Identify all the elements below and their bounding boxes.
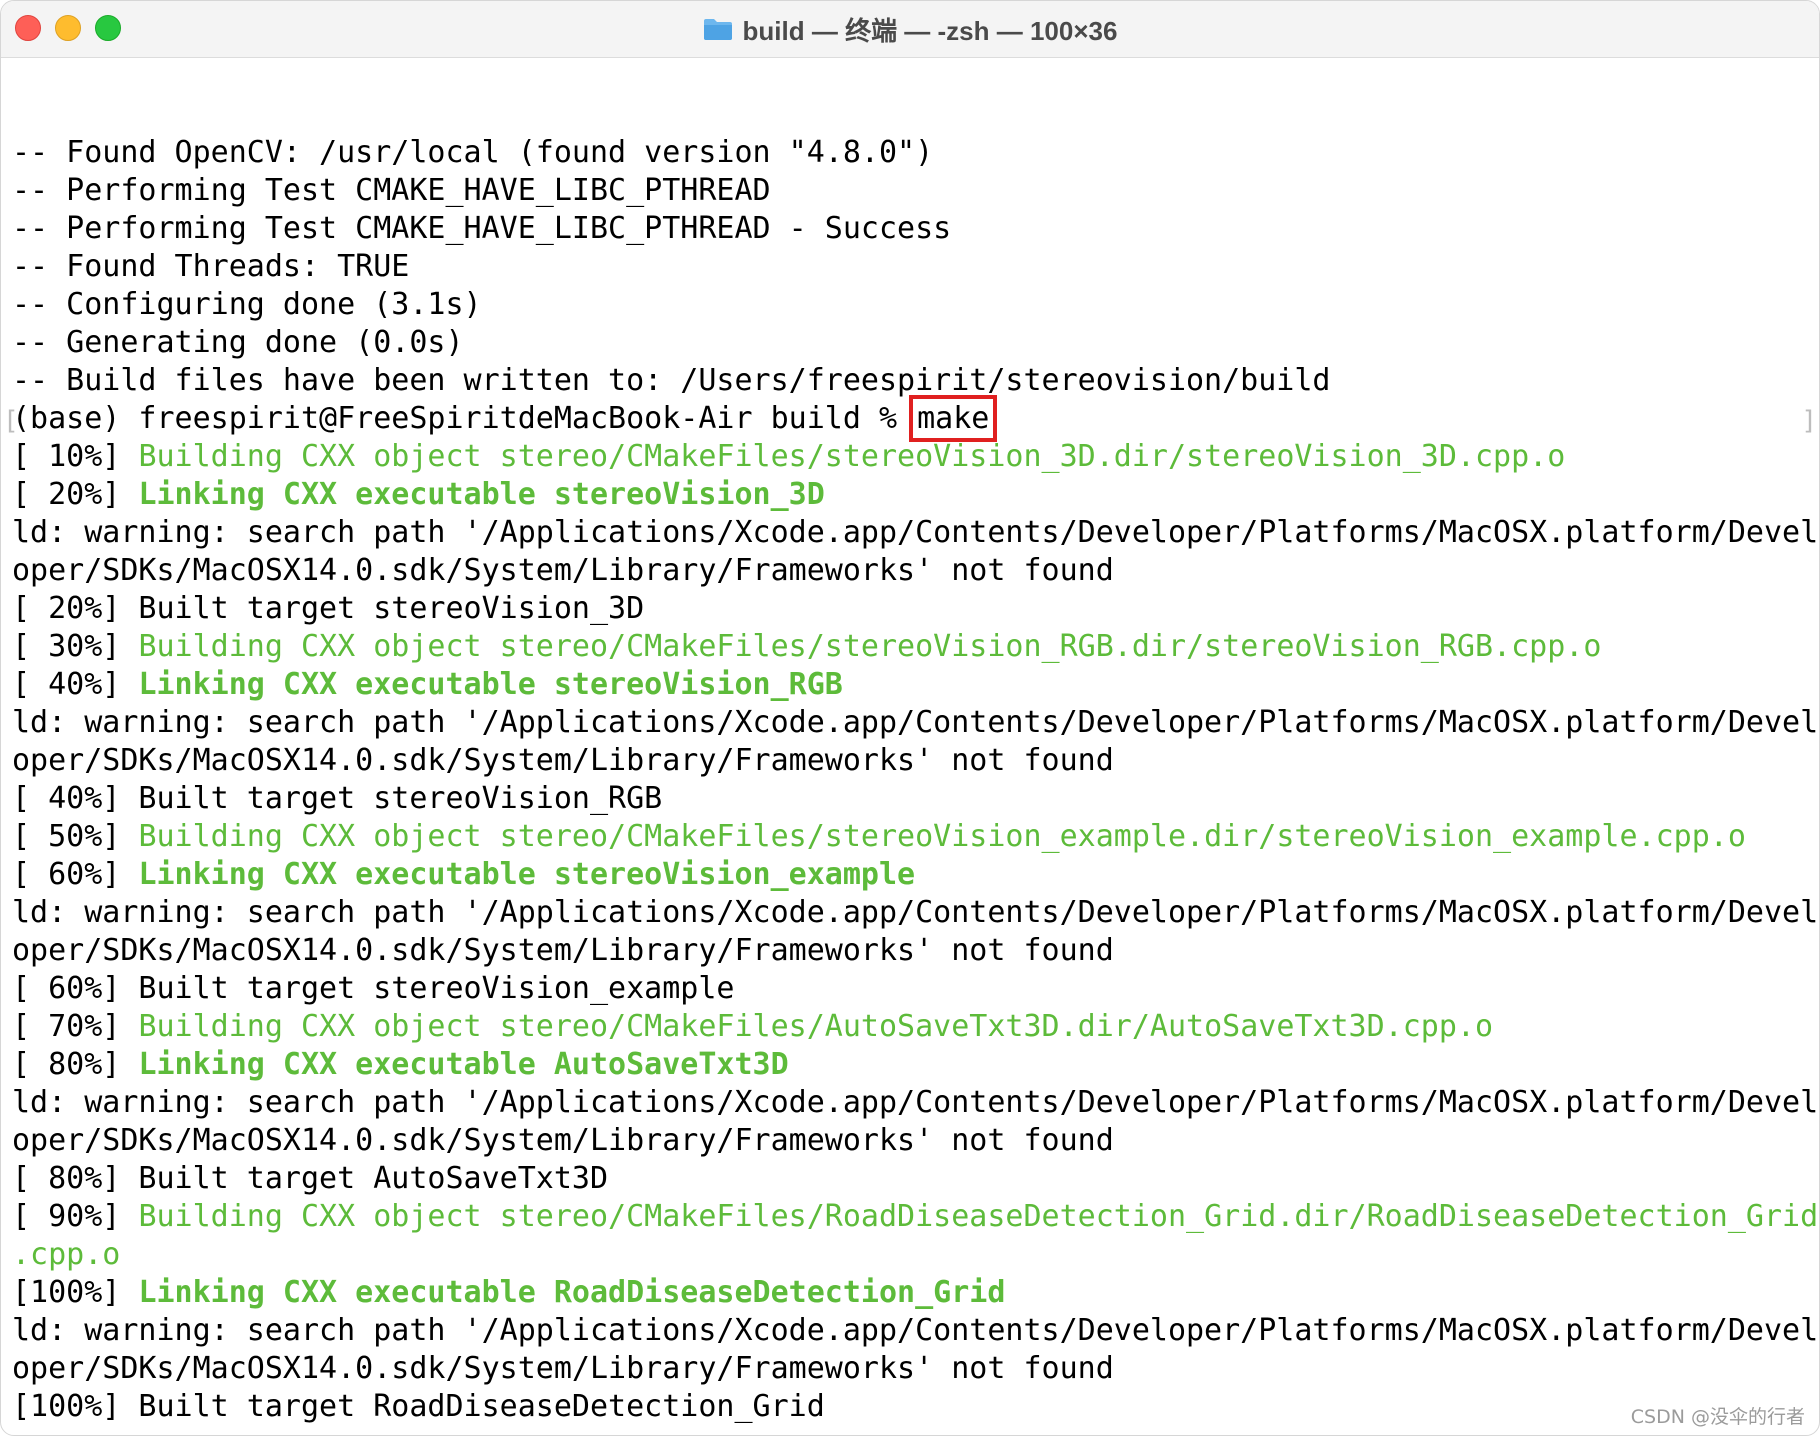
- terminal-line: (base) freespirit@FreeSpiritdeMacBook-Ai…: [12, 395, 1819, 442]
- terminal-window: build — 终端 — -zsh — 100×36 [ ] -- Found …: [0, 0, 1820, 1436]
- line-text: oper/SDKs/MacOSX14.0.sdk/System/Library/…: [12, 743, 1114, 778]
- line-text: [ 80%] Built target AutoSaveTxt3D: [12, 1161, 609, 1196]
- terminal-line: ld: warning: search path '/Applications/…: [12, 1312, 1819, 1350]
- terminal-line: [ 60%] Built target stereoVision_example: [12, 970, 1819, 1008]
- line-text: [ 70%]: [12, 1009, 139, 1044]
- line-text: [ 30%]: [12, 629, 139, 664]
- build-step-text: Building CXX object stereo/CMakeFiles/st…: [138, 629, 1602, 664]
- link-step-text: Linking CXX executable stereoVision_exam…: [138, 857, 916, 892]
- terminal-line: ld: warning: search path '/Applications/…: [12, 514, 1819, 552]
- line-text: -- Found Threads: TRUE: [12, 249, 410, 284]
- terminal-line: oper/SDKs/MacOSX14.0.sdk/System/Library/…: [12, 552, 1819, 590]
- line-text: oper/SDKs/MacOSX14.0.sdk/System/Library/…: [12, 1351, 1114, 1386]
- line-text: oper/SDKs/MacOSX14.0.sdk/System/Library/…: [12, 1123, 1114, 1158]
- terminal-line: -- Performing Test CMAKE_HAVE_LIBC_PTHRE…: [12, 210, 1819, 248]
- window-title-group: build — 终端 — -zsh — 100×36: [1, 1, 1819, 57]
- line-text: -- Generating done (0.0s): [12, 325, 464, 360]
- build-step-text: Building CXX object stereo/CMakeFiles/st…: [138, 819, 1746, 854]
- link-step-text: Linking CXX executable stereoVision_RGB: [138, 667, 843, 702]
- terminal-line: [ 10%] Building CXX object stereo/CMakeF…: [12, 438, 1819, 476]
- line-text: -- Configuring done (3.1s): [12, 287, 482, 322]
- line-text: -- Performing Test CMAKE_HAVE_LIBC_PTHRE…: [12, 211, 952, 246]
- terminal-line: [ 40%] Linking CXX executable stereoVisi…: [12, 666, 1819, 704]
- line-text: [ 90%]: [12, 1199, 139, 1234]
- terminal-line: [ 30%] Building CXX object stereo/CMakeF…: [12, 628, 1819, 666]
- terminal-line: [ 80%] Built target AutoSaveTxt3D: [12, 1160, 1819, 1198]
- build-step-text: Building CXX object stereo/CMakeFiles/st…: [138, 439, 1566, 474]
- line-text: [ 50%]: [12, 819, 139, 854]
- terminal-line: [ 40%] Built target stereoVision_RGB: [12, 780, 1819, 818]
- link-step-text: Linking CXX executable RoadDiseaseDetect…: [138, 1275, 1006, 1310]
- line-text: ld: warning: search path '/Applications/…: [12, 1085, 1819, 1120]
- terminal-line: -- Generating done (0.0s): [12, 324, 1819, 362]
- terminal-line: [ 20%] Linking CXX executable stereoVisi…: [12, 476, 1819, 514]
- watermark: CSDN @没伞的行者: [1630, 1406, 1805, 1428]
- build-step-text: Building CXX object stereo/CMakeFiles/Ro…: [138, 1199, 1819, 1234]
- line-text: [ 20%] Built target stereoVision_3D: [12, 591, 645, 626]
- line-text: -- Build files have been written to: /Us…: [12, 363, 1331, 398]
- build-step-text: .cpp.o: [12, 1237, 121, 1272]
- terminal-line: -- Build files have been written to: /Us…: [12, 362, 1819, 400]
- line-text: [ 20%]: [12, 477, 139, 512]
- terminal-line: [ 70%] Building CXX object stereo/CMakeF…: [12, 1008, 1819, 1046]
- line-text: ld: warning: search path '/Applications/…: [12, 895, 1819, 930]
- terminal-line: [ 50%] Building CXX object stereo/CMakeF…: [12, 818, 1819, 856]
- highlighted-command: make: [909, 395, 998, 442]
- terminal-line: -- Configuring done (3.1s): [12, 286, 1819, 324]
- terminal-line: .cpp.o: [12, 1236, 1819, 1274]
- line-text: [ 40%] Built target stereoVision_RGB: [12, 781, 663, 816]
- terminal-line: oper/SDKs/MacOSX14.0.sdk/System/Library/…: [12, 932, 1819, 970]
- line-text: ld: warning: search path '/Applications/…: [12, 1313, 1819, 1348]
- terminal-output[interactable]: -- Found OpenCV: /usr/local (found versi…: [12, 134, 1819, 1426]
- terminal-line: oper/SDKs/MacOSX14.0.sdk/System/Library/…: [12, 1122, 1819, 1160]
- link-step-text: Linking CXX executable AutoSaveTxt3D: [138, 1047, 789, 1082]
- terminal-line: [ 90%] Building CXX object stereo/CMakeF…: [12, 1198, 1819, 1236]
- terminal-line: -- Performing Test CMAKE_HAVE_LIBC_PTHRE…: [12, 172, 1819, 210]
- line-text: [100%]: [12, 1275, 139, 1310]
- link-step-text: Linking CXX executable stereoVision_3D: [138, 477, 825, 512]
- line-text: oper/SDKs/MacOSX14.0.sdk/System/Library/…: [12, 933, 1114, 968]
- terminal-line: oper/SDKs/MacOSX14.0.sdk/System/Library/…: [12, 742, 1819, 780]
- terminal-line: ld: warning: search path '/Applications/…: [12, 894, 1819, 932]
- terminal-line: [ 80%] Linking CXX executable AutoSaveTx…: [12, 1046, 1819, 1084]
- terminal-line: ld: warning: search path '/Applications/…: [12, 704, 1819, 742]
- line-text: [ 80%]: [12, 1047, 139, 1082]
- line-text: [ 60%] Built target stereoVision_example: [12, 971, 735, 1006]
- title-bar[interactable]: build — 终端 — -zsh — 100×36: [1, 1, 1819, 58]
- terminal-line: [ 60%] Linking CXX executable stereoVisi…: [12, 856, 1819, 894]
- line-text: [100%] Built target RoadDiseaseDetection…: [12, 1389, 825, 1424]
- terminal-line: oper/SDKs/MacOSX14.0.sdk/System/Library/…: [12, 1350, 1819, 1388]
- line-text: (base) freespirit@FreeSpiritdeMacBook-Ai…: [12, 401, 916, 436]
- terminal-line: [100%] Linking CXX executable RoadDiseas…: [12, 1274, 1819, 1312]
- line-text: oper/SDKs/MacOSX14.0.sdk/System/Library/…: [12, 553, 1114, 588]
- line-text: [ 10%]: [12, 439, 139, 474]
- line-text: ld: warning: search path '/Applications/…: [12, 705, 1819, 740]
- folder-icon: [703, 19, 732, 40]
- terminal-line: [100%] Built target RoadDiseaseDetection…: [12, 1388, 1819, 1426]
- build-step-text: Building CXX object stereo/CMakeFiles/Au…: [138, 1009, 1494, 1044]
- line-text: ld: warning: search path '/Applications/…: [12, 515, 1819, 550]
- terminal-line: [ 20%] Built target stereoVision_3D: [12, 590, 1819, 628]
- line-text: [ 60%]: [12, 857, 139, 892]
- line-text: -- Performing Test CMAKE_HAVE_LIBC_PTHRE…: [12, 173, 771, 208]
- line-text: -- Found OpenCV: /usr/local (found versi…: [12, 135, 934, 170]
- terminal-line: -- Found OpenCV: /usr/local (found versi…: [12, 134, 1819, 172]
- terminal-line: ld: warning: search path '/Applications/…: [12, 1084, 1819, 1122]
- window-title: build — 终端 — -zsh — 100×36: [742, 15, 1118, 46]
- line-text: [ 40%]: [12, 667, 139, 702]
- terminal-line: -- Found Threads: TRUE: [12, 248, 1819, 286]
